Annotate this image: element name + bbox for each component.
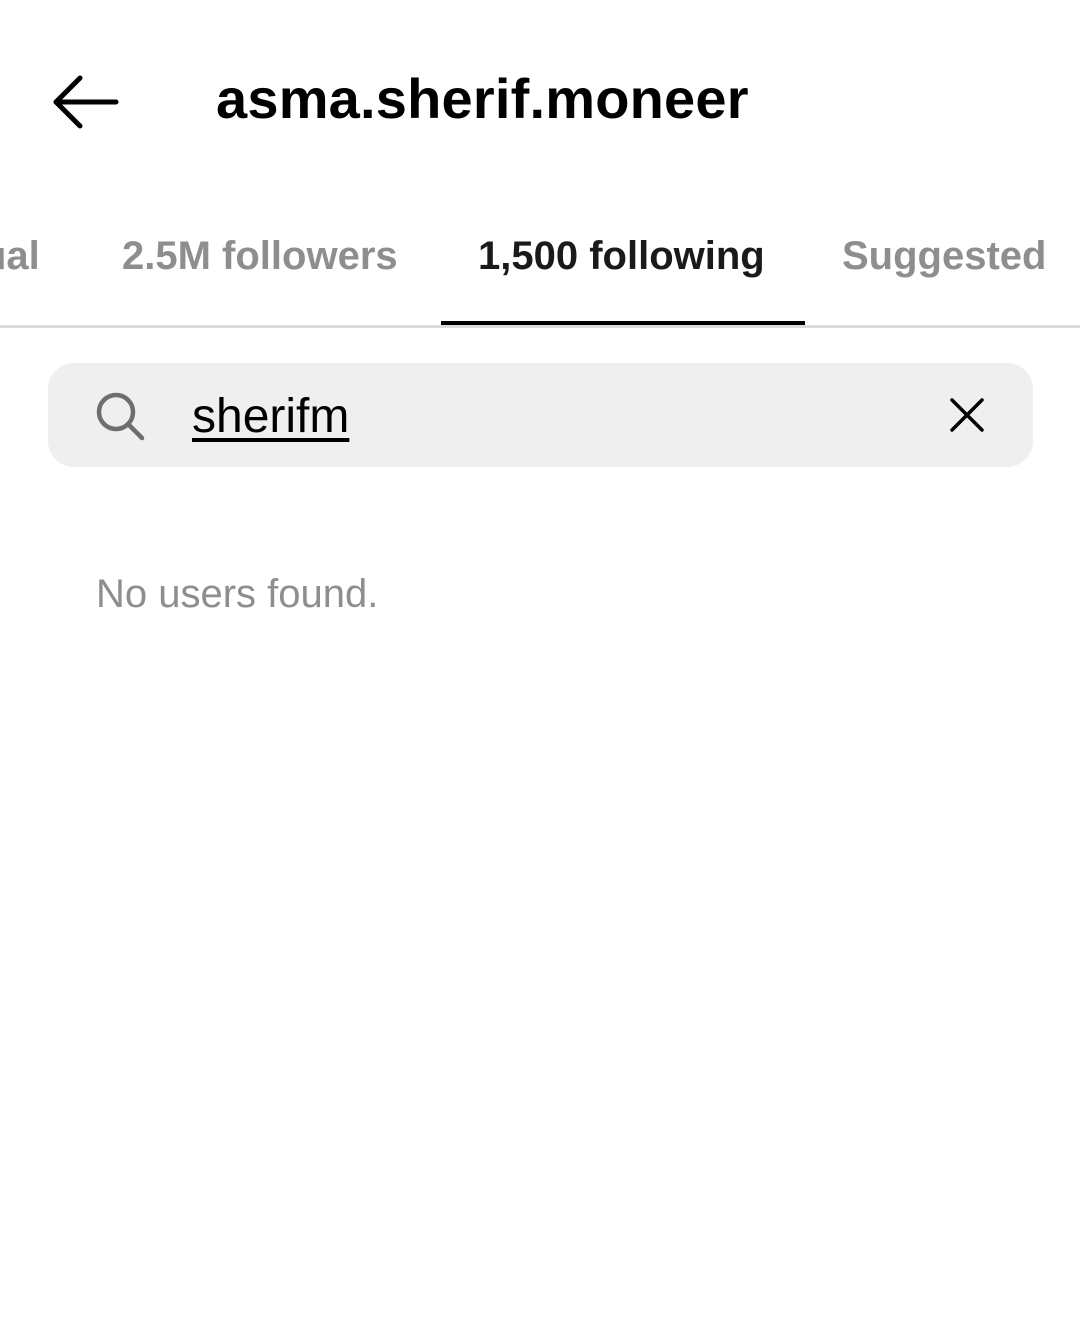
tab-followers[interactable]: 2.5M followers <box>122 234 398 279</box>
search-input[interactable] <box>192 378 892 454</box>
no-results-message: No users found. <box>96 572 379 616</box>
page-title: asma.sherif.moneer <box>216 67 749 130</box>
top-app-bar: asma.sherif.moneer <box>0 0 1080 200</box>
tab-mutual[interactable]: ual <box>0 234 40 279</box>
close-icon <box>950 398 984 432</box>
clear-search-button[interactable] <box>934 382 1000 448</box>
tab-suggested[interactable]: Suggested <box>842 234 1046 279</box>
arrow-left-icon <box>53 75 119 129</box>
tab-bar: ual 2.5M followers 1,500 following Sugge… <box>0 200 1080 328</box>
active-tab-indicator <box>441 321 805 325</box>
back-button[interactable] <box>40 62 130 142</box>
search-icon <box>92 388 148 444</box>
tab-following[interactable]: 1,500 following <box>478 234 765 279</box>
